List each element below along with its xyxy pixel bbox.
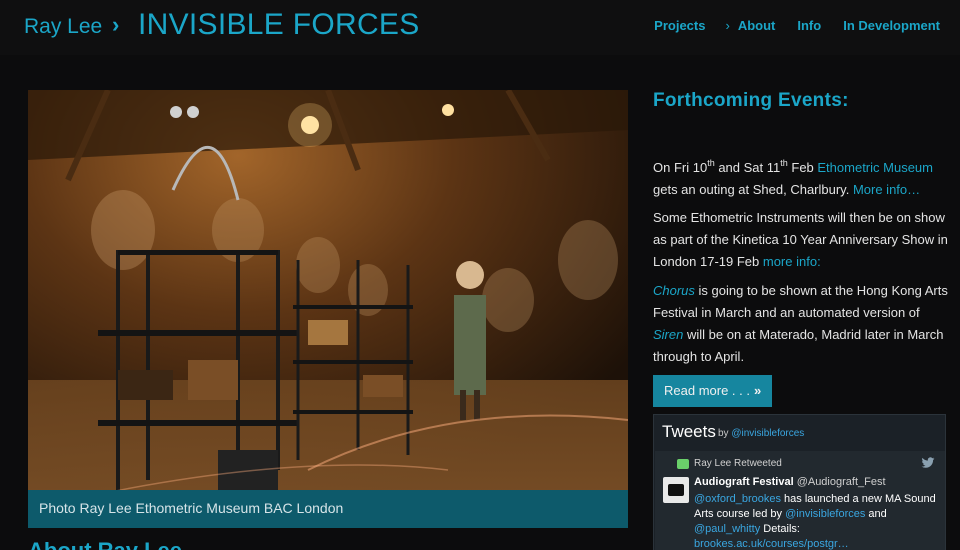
tweet-text: @oxford_brookes has launched a new MA So… <box>694 492 939 550</box>
mention-invisibleforces[interactable]: @invisibleforces <box>785 508 865 520</box>
site-name-link[interactable]: Ray Lee <box>24 15 102 39</box>
author-handle: @Audiograft_Fest <box>796 476 886 488</box>
text-span: and Sat 11 <box>714 160 781 175</box>
tweet-url-link[interactable]: brookes.ac.uk/courses/postgr… <box>694 538 849 550</box>
nav-info[interactable]: Info <box>797 18 821 33</box>
page-title: INVISIBLE FORCES <box>138 8 420 41</box>
photo-caption: Photo Ray Lee Ethometric Museum BAC Lond… <box>39 500 344 516</box>
main-nav: Projects › About Info In Development <box>654 18 940 33</box>
double-chevron-right-icon: » <box>753 383 762 398</box>
read-more-button[interactable]: Read more . . .» <box>653 375 772 407</box>
featured-photo: Photo Ray Lee Ethometric Museum BAC Lond… <box>28 90 628 528</box>
text-span: gets an outing at Shed, Charlbury. <box>653 182 853 197</box>
tweets-by-line: by @invisibleforces <box>718 428 804 439</box>
mention-paul-whitty[interactable]: @paul_whitty <box>694 523 760 535</box>
kinetica-more-info-link[interactable]: more info: <box>763 254 821 269</box>
text-span: Feb <box>787 160 818 175</box>
chevron-right-icon: › <box>112 12 120 37</box>
mention-oxford-brookes[interactable]: @oxford_brookes <box>694 493 781 505</box>
museum-photo-image <box>28 90 628 528</box>
nav-projects[interactable]: Projects <box>654 18 705 33</box>
tweet-author[interactable]: Audiograft Festival @Audiograft_Fest <box>694 476 886 488</box>
ordinal-suffix: th <box>780 157 788 168</box>
text-span: On Fri 10 <box>653 160 708 175</box>
text-span: is going to be shown at the Hong Kong Ar… <box>653 283 948 320</box>
tweet-item: Ray Lee Retweeted Audiograft Festival @A… <box>655 451 945 550</box>
ordinal-suffix: th <box>707 157 715 168</box>
text-span: Details: <box>760 523 800 535</box>
nav-in-development[interactable]: In Development <box>843 18 940 33</box>
text-span: and <box>865 508 887 520</box>
read-more-label: Read more . . . <box>664 383 750 398</box>
event-paragraph-2: Some Ethometric Instruments will then be… <box>653 207 948 273</box>
retweeted-label: Ray Lee Retweeted <box>694 458 782 469</box>
about-heading: About Ray Lee <box>28 538 182 550</box>
author-name: Audiograft Festival <box>694 476 794 488</box>
chevron-right-icon: › <box>725 18 730 33</box>
nav-about[interactable]: About <box>738 18 776 33</box>
site-header: Ray Lee › INVISIBLE FORCES Projects › Ab… <box>0 0 960 55</box>
siren-link[interactable]: Siren <box>653 327 683 342</box>
invisibleforces-handle-link[interactable]: @invisibleforces <box>731 428 804 439</box>
chorus-link[interactable]: Chorus <box>653 283 695 298</box>
more-info-link[interactable]: More info… <box>853 182 920 197</box>
by-label: by <box>718 428 729 439</box>
text-span: will be on at Materado, Madrid later in … <box>653 327 944 364</box>
twitter-timeline-widget: Tweets by @invisibleforces Ray Lee Retwe… <box>653 414 946 550</box>
photo-caption-bar: Photo Ray Lee Ethometric Museum BAC Lond… <box>28 490 628 528</box>
event-paragraph-1: On Fri 10th and Sat 11th Feb Ethometric … <box>653 157 948 201</box>
avatar[interactable] <box>663 477 689 503</box>
twitter-bird-icon[interactable] <box>921 457 935 469</box>
tweets-title: Tweets <box>662 422 716 441</box>
event-paragraph-3: Chorus is going to be shown at the Hong … <box>653 280 948 368</box>
ethometric-museum-link[interactable]: Ethometric Museum <box>817 160 933 175</box>
retweet-icon <box>677 459 689 469</box>
events-heading: Forthcoming Events: <box>653 90 849 111</box>
